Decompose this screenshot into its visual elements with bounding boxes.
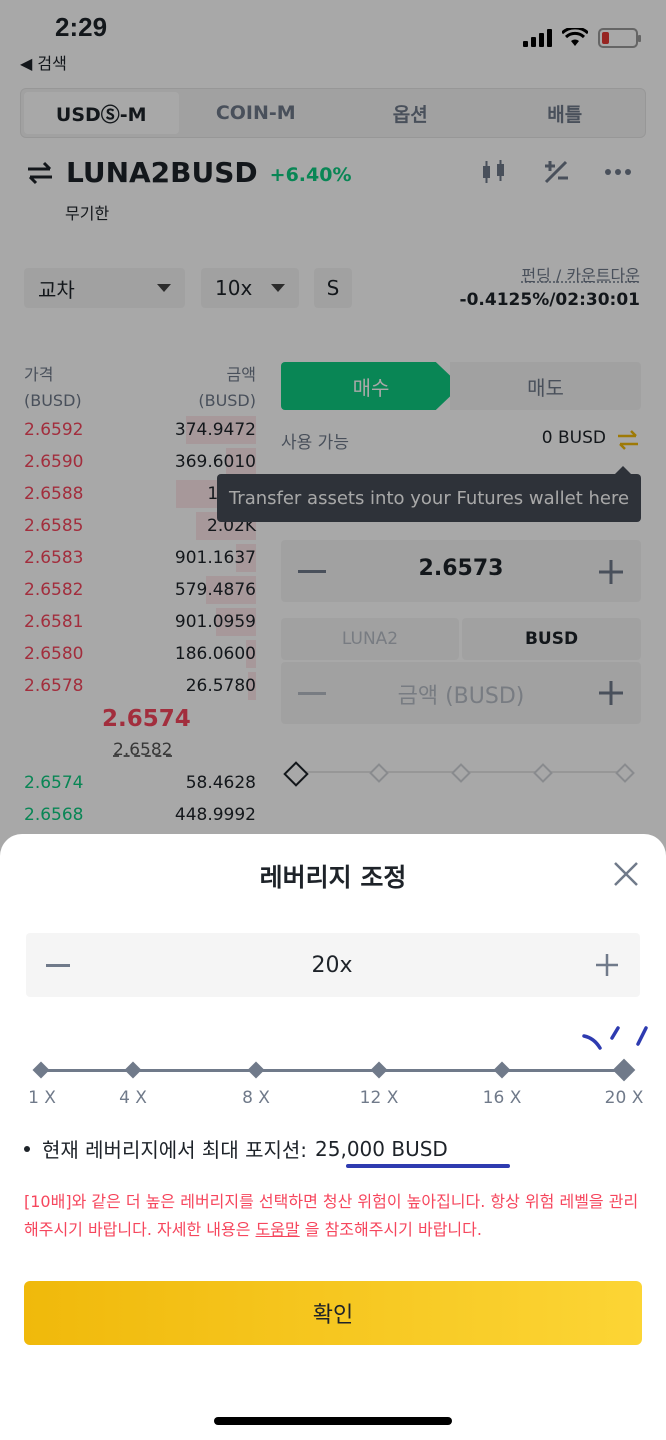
leverage-stepper: 20x bbox=[26, 933, 640, 997]
risk-warning: [10배]와 같은 더 높은 레버리지를 선택하면 청산 위험이 높아집니다. … bbox=[24, 1188, 644, 1244]
risk-warning-text-end: 을 참조해주시기 바랍니다. bbox=[299, 1220, 482, 1239]
confirm-button[interactable]: 확인 bbox=[24, 1281, 642, 1345]
leverage-tick-label: 8 X bbox=[242, 1088, 270, 1108]
home-indicator[interactable] bbox=[214, 1417, 452, 1425]
leverage-tick-label: 20 X bbox=[604, 1088, 644, 1108]
max-position-label: 현재 레버리지에서 최대 포지션: bbox=[42, 1138, 308, 1162]
help-link[interactable]: 도움말 bbox=[256, 1220, 300, 1239]
leverage-tick-label: 4 X bbox=[119, 1088, 147, 1108]
leverage-tick-label: 12 X bbox=[359, 1088, 399, 1108]
close-icon[interactable] bbox=[610, 858, 642, 890]
bullet-icon bbox=[24, 1145, 30, 1152]
handwritten-marks bbox=[582, 1026, 648, 1050]
handwritten-underline bbox=[346, 1164, 510, 1168]
leverage-input[interactable]: 20x bbox=[311, 953, 352, 978]
plus-icon[interactable] bbox=[594, 952, 620, 978]
sheet-title: 레버리지 조정 bbox=[259, 863, 407, 892]
max-position-value: 25,000 BUSD bbox=[315, 1136, 448, 1161]
leverage-tick-label: 16 X bbox=[482, 1088, 522, 1108]
minus-icon[interactable] bbox=[46, 963, 70, 967]
max-position-info: 현재 레버리지에서 최대 포지션: 25,000 BUSD bbox=[24, 1134, 448, 1163]
leverage-tick-label: 1 X bbox=[28, 1088, 56, 1108]
